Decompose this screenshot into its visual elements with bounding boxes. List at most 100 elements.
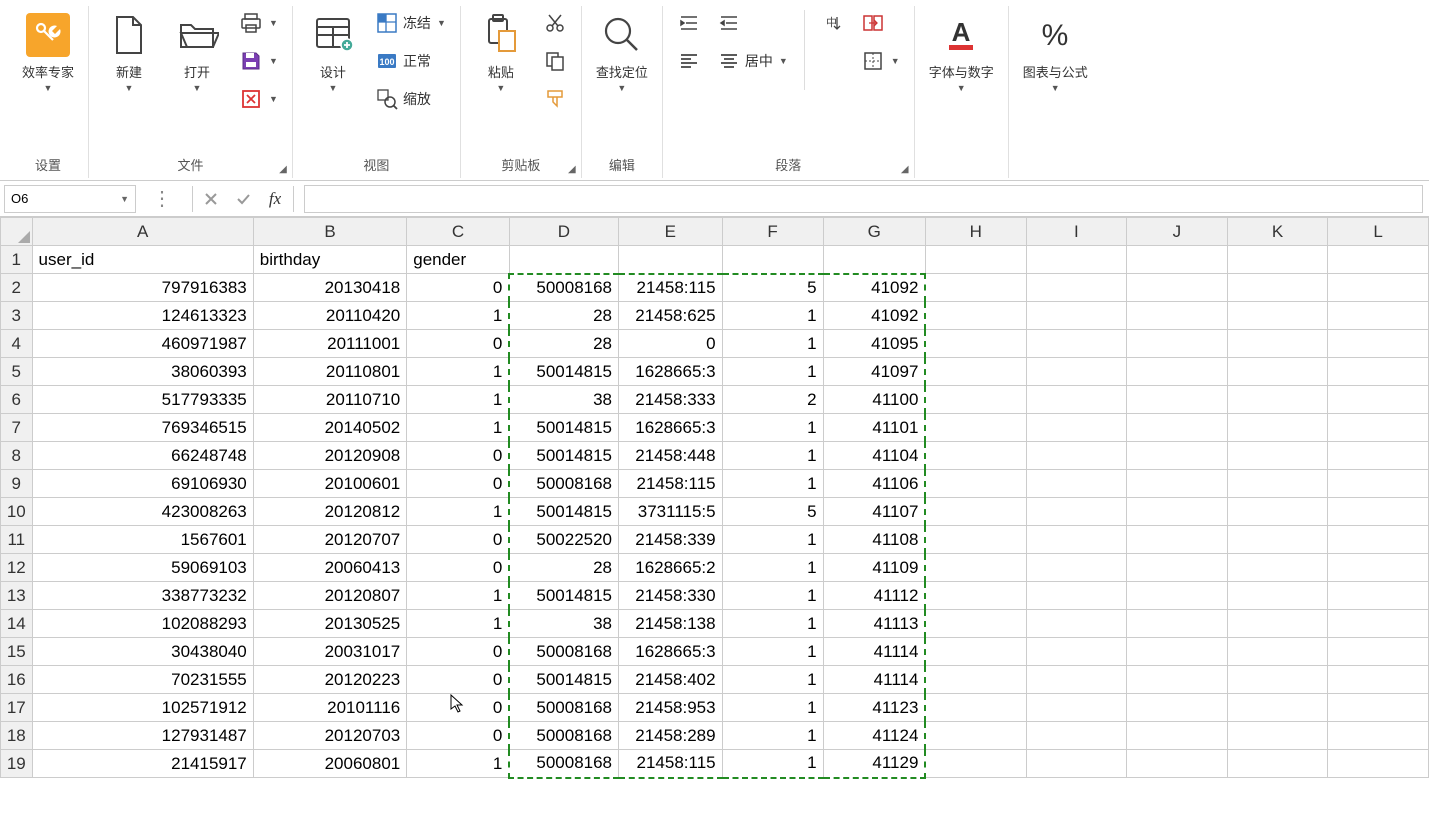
cell[interactable]: 20120223 <box>253 666 406 694</box>
cell[interactable] <box>1127 330 1228 358</box>
cell[interactable]: 1 <box>407 750 510 778</box>
cell[interactable] <box>1127 414 1228 442</box>
cell[interactable] <box>1026 722 1127 750</box>
cell[interactable] <box>925 610 1026 638</box>
row-header[interactable]: 3 <box>1 302 33 330</box>
cell[interactable] <box>925 722 1026 750</box>
cell[interactable] <box>1328 694 1429 722</box>
cell[interactable]: 69106930 <box>32 470 253 498</box>
cell[interactable]: 50014815 <box>509 666 618 694</box>
cell[interactable] <box>925 750 1026 778</box>
cell[interactable]: 50014815 <box>509 358 618 386</box>
cell[interactable] <box>1328 610 1429 638</box>
spreadsheet-grid[interactable]: ABCDEFGHIJKL 1user_idbirthdaygender27979… <box>0 217 1429 779</box>
cell[interactable]: 41124 <box>823 722 925 750</box>
cell[interactable]: 20110420 <box>253 302 406 330</box>
cell[interactable] <box>925 554 1026 582</box>
cell[interactable]: 1 <box>722 330 823 358</box>
cell[interactable]: gender <box>407 246 510 274</box>
column-header[interactable]: K <box>1227 218 1328 246</box>
cell[interactable]: 41123 <box>823 694 925 722</box>
cell[interactable]: 21458:138 <box>619 610 723 638</box>
row-header[interactable]: 2 <box>1 274 33 302</box>
cell[interactable]: 102571912 <box>32 694 253 722</box>
cell[interactable] <box>1328 414 1429 442</box>
cell[interactable] <box>1026 246 1127 274</box>
cell[interactable]: 127931487 <box>32 722 253 750</box>
cell[interactable] <box>1328 722 1429 750</box>
cell[interactable] <box>1127 554 1228 582</box>
cell[interactable]: 21458:339 <box>619 526 723 554</box>
row-header[interactable]: 12 <box>1 554 33 582</box>
cell[interactable]: 3731115:5 <box>619 498 723 526</box>
cell[interactable]: 20111001 <box>253 330 406 358</box>
cell[interactable]: 41113 <box>823 610 925 638</box>
cell[interactable]: 20110801 <box>253 358 406 386</box>
cell[interactable]: 38 <box>509 386 618 414</box>
row-header[interactable]: 18 <box>1 722 33 750</box>
cell[interactable]: 769346515 <box>32 414 253 442</box>
row-header[interactable]: 15 <box>1 638 33 666</box>
row-header[interactable]: 4 <box>1 330 33 358</box>
cell[interactable]: 21458:625 <box>619 302 723 330</box>
cell[interactable]: 59069103 <box>32 554 253 582</box>
cell[interactable] <box>1026 274 1127 302</box>
cell[interactable] <box>1026 666 1127 694</box>
cell[interactable]: 423008263 <box>32 498 253 526</box>
cell[interactable] <box>1026 694 1127 722</box>
cell[interactable] <box>1328 302 1429 330</box>
cell[interactable]: 50008168 <box>509 274 618 302</box>
cell[interactable]: 1 <box>722 526 823 554</box>
cell[interactable]: 41092 <box>823 274 925 302</box>
cell[interactable]: 41100 <box>823 386 925 414</box>
cell[interactable]: 21458:448 <box>619 442 723 470</box>
cell[interactable] <box>1026 386 1127 414</box>
cell[interactable] <box>1227 666 1328 694</box>
cell[interactable]: 38060393 <box>32 358 253 386</box>
cell[interactable]: 41106 <box>823 470 925 498</box>
cell[interactable]: 41108 <box>823 526 925 554</box>
cell[interactable]: 21458:953 <box>619 694 723 722</box>
cell[interactable] <box>1127 358 1228 386</box>
row-header[interactable]: 19 <box>1 750 33 778</box>
cell[interactable]: 0 <box>407 470 510 498</box>
cell[interactable] <box>722 246 823 274</box>
cell[interactable] <box>1328 526 1429 554</box>
freeze-button[interactable]: 冻结 ▼ <box>371 6 450 40</box>
cell[interactable]: 20140502 <box>253 414 406 442</box>
cell[interactable]: 38 <box>509 610 618 638</box>
cell[interactable]: 41109 <box>823 554 925 582</box>
cell[interactable]: 1 <box>722 610 823 638</box>
cell[interactable] <box>1328 246 1429 274</box>
cell[interactable]: 0 <box>407 554 510 582</box>
cell[interactable]: 1 <box>722 442 823 470</box>
cell[interactable] <box>1227 302 1328 330</box>
new-file-button[interactable]: 新建 ▼ <box>99 6 159 97</box>
row-header[interactable]: 7 <box>1 414 33 442</box>
cell[interactable] <box>1127 582 1228 610</box>
cell[interactable]: 797916383 <box>32 274 253 302</box>
row-header[interactable]: 17 <box>1 694 33 722</box>
cell[interactable] <box>925 694 1026 722</box>
cell[interactable] <box>619 246 723 274</box>
cell[interactable] <box>1227 274 1328 302</box>
column-header[interactable]: D <box>509 218 618 246</box>
merge-cells-button[interactable] <box>857 6 904 40</box>
cell[interactable] <box>1026 442 1127 470</box>
cell[interactable]: 20120908 <box>253 442 406 470</box>
close-button[interactable]: ▼ <box>235 82 282 116</box>
cell[interactable] <box>1026 414 1127 442</box>
row-header[interactable]: 10 <box>1 498 33 526</box>
cell[interactable]: 20120812 <box>253 498 406 526</box>
cell[interactable] <box>823 246 925 274</box>
row-header[interactable]: 9 <box>1 470 33 498</box>
cell[interactable]: 41097 <box>823 358 925 386</box>
cell[interactable] <box>1227 386 1328 414</box>
cell[interactable]: 1 <box>407 358 510 386</box>
cell[interactable]: 20100601 <box>253 470 406 498</box>
cell[interactable]: 0 <box>407 638 510 666</box>
cell[interactable]: 21458:115 <box>619 274 723 302</box>
cell[interactable]: 1 <box>722 722 823 750</box>
cell[interactable] <box>1026 470 1127 498</box>
cell[interactable] <box>1227 694 1328 722</box>
